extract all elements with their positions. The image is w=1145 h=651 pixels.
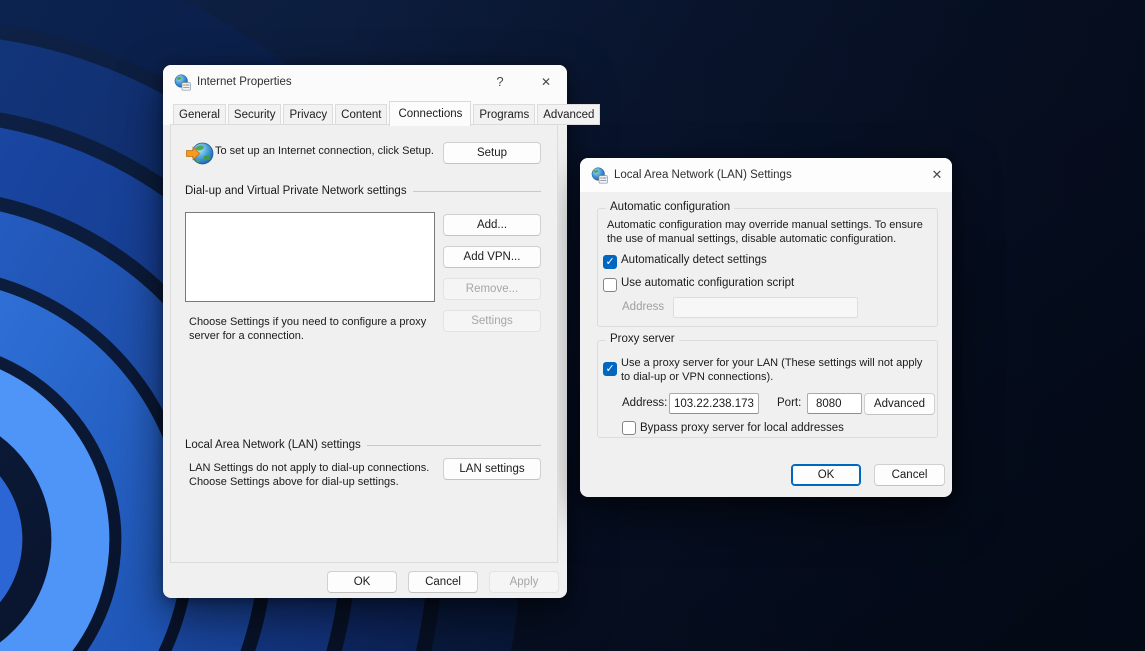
automatic-configuration-group: Automatic configuration Automatic config…: [597, 208, 938, 327]
apply-button: Apply: [489, 571, 559, 593]
advanced-button[interactable]: Advanced: [864, 393, 935, 415]
lan-group-divider: [367, 445, 541, 446]
lan-settings-button[interactable]: LAN settings: [443, 458, 541, 480]
lan-dialog-titlebar: Local Area Network (LAN) Settings ✕: [580, 158, 952, 192]
proxy-address-label: Address:: [622, 397, 667, 409]
tab-programs[interactable]: Programs: [473, 104, 535, 125]
proxy-port-label: Port:: [777, 397, 801, 409]
cancel-button[interactable]: Cancel: [408, 571, 478, 593]
check-icon: ✓: [606, 256, 615, 268]
bypass-proxy-label[interactable]: Bypass proxy server for local addresses: [640, 422, 844, 434]
automatic-configuration-label: Automatic configuration: [606, 201, 734, 213]
internet-globe-icon: [185, 140, 215, 168]
internet-properties-titlebar: Internet Properties ? ✕: [163, 65, 567, 99]
tab-advanced[interactable]: Advanced: [537, 104, 600, 125]
use-proxy-label[interactable]: Use a proxy server for your LAN (These s…: [621, 356, 933, 384]
help-icon[interactable]: ?: [491, 65, 509, 99]
dialup-group-divider: [413, 191, 541, 192]
cancel-button[interactable]: Cancel: [874, 464, 945, 486]
use-proxy-checkbox[interactable]: ✓: [603, 362, 617, 376]
close-icon[interactable]: ✕: [928, 158, 946, 192]
auto-detect-label[interactable]: Automatically detect settings: [621, 254, 767, 266]
ok-button[interactable]: OK: [791, 464, 861, 486]
tab-security[interactable]: Security: [228, 104, 282, 125]
ok-button[interactable]: OK: [327, 571, 397, 593]
dialup-group-label: Dial-up and Virtual Private Network sett…: [185, 185, 407, 197]
add-button[interactable]: Add...: [443, 214, 541, 236]
remove-button: Remove...: [443, 278, 541, 300]
lan-group-header: Local Area Network (LAN) settings: [185, 439, 541, 451]
tab-connections[interactable]: Connections: [389, 101, 471, 126]
choose-settings-text: Choose Settings if you need to configure…: [189, 315, 444, 343]
internet-properties-icon: [174, 74, 191, 91]
dialup-group-header: Dial-up and Virtual Private Network sett…: [185, 185, 541, 197]
settings-button: Settings: [443, 310, 541, 332]
tab-general[interactable]: General: [173, 104, 226, 125]
tab-strip: General Security Privacy Content Connect…: [173, 101, 600, 125]
automatic-configuration-description: Automatic configuration may override man…: [607, 218, 933, 246]
lan-settings-dialog: Local Area Network (LAN) Settings ✕ Auto…: [580, 158, 952, 497]
use-script-checkbox[interactable]: [603, 278, 617, 292]
tab-privacy[interactable]: Privacy: [283, 104, 333, 125]
script-address-input: [673, 297, 858, 318]
internet-properties-dialog: Internet Properties ? ✕ General Security…: [163, 65, 567, 598]
script-address-label: Address: [622, 301, 664, 313]
dialup-connections-listbox[interactable]: [185, 212, 435, 302]
check-icon: ✓: [606, 363, 615, 375]
close-icon[interactable]: ✕: [537, 65, 555, 99]
proxy-port-input[interactable]: [807, 393, 862, 414]
dialog-title: Local Area Network (LAN) Settings: [614, 158, 792, 192]
lan-group-label: Local Area Network (LAN) settings: [185, 439, 361, 451]
auto-detect-checkbox[interactable]: ✓: [603, 255, 617, 269]
proxy-server-group: Proxy server ✓ Use a proxy server for yo…: [597, 340, 938, 438]
use-script-label[interactable]: Use automatic configuration script: [621, 277, 794, 289]
bypass-proxy-checkbox[interactable]: [622, 421, 636, 435]
setup-instruction-text: To set up an Internet connection, click …: [215, 144, 450, 158]
lan-dialog-icon: [591, 167, 608, 184]
lan-info-text: LAN Settings do not apply to dial-up con…: [189, 461, 445, 489]
dialog-title: Internet Properties: [197, 65, 292, 99]
setup-button[interactable]: Setup: [443, 142, 541, 164]
proxy-address-input[interactable]: [669, 393, 759, 414]
proxy-server-label: Proxy server: [606, 333, 679, 345]
add-vpn-button[interactable]: Add VPN...: [443, 246, 541, 268]
tab-content[interactable]: Content: [335, 104, 387, 125]
